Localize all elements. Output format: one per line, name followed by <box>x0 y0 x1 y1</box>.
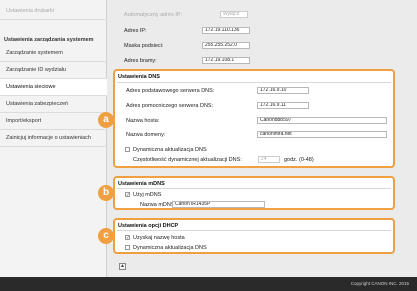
mdns-section: Ustawienia mDNS ✓ Użyj mDNS Nazwa mDNS: … <box>113 176 395 210</box>
sidebar-item-initialize-settings[interactable]: Zainicjuj informacje o ustawieniach <box>0 130 107 147</box>
subnet-mask-field[interactable]: 255.255.252.0 <box>202 42 250 49</box>
use-mdns-label: Użyj mDNS <box>133 192 162 198</box>
divider <box>117 230 391 231</box>
sidebar-heading-system-management: Ustawienia zarządzania systemem <box>4 37 94 43</box>
sidebar-item-printer-settings[interactable]: Ustawienia drukarki <box>0 3 107 20</box>
footer-copyright: Copyright CANON INC. 2015 <box>0 277 417 291</box>
dns-interval-unit: godz. (0-48) <box>284 157 314 163</box>
sidebar-item-import-export[interactable]: Import/eksport <box>0 113 107 130</box>
auto-ip-select[interactable]: Wyłącz <box>220 11 248 18</box>
host-name-label: Nazwa hosta: <box>126 118 160 124</box>
auto-ip-label: Automatyczny adres IP: <box>124 12 183 18</box>
main-panel: Automatyczny adres IP: Wyłącz Adres IP: … <box>107 0 417 277</box>
dynamic-dns-checkbox[interactable] <box>125 147 130 152</box>
dns-section: Ustawienia DNS Adres podstawowego serwer… <box>113 69 395 168</box>
callout-badge-b: b <box>98 185 114 201</box>
divider <box>117 188 391 189</box>
sidebar-item-department-id[interactable]: Zarządzanie ID wydziału <box>0 62 107 79</box>
domain-name-label: Nazwa domeny: <box>126 132 166 138</box>
secondary-dns-label: Adres pomocniczego serwera DNS: <box>126 103 214 109</box>
scroll-top-button[interactable]: ▲ <box>119 263 126 270</box>
domain-name-field[interactable]: canonintra.net <box>257 131 387 138</box>
dns-interval-label: Częstotliwość dynamicznej aktualizacji D… <box>133 157 242 163</box>
sidebar-item-security-settings[interactable]: Ustawienia zabezpieczeń <box>0 96 107 113</box>
sidebar: Ustawienia drukarki Ustawienia zarządzan… <box>0 0 107 277</box>
obtain-host-name-checkbox[interactable]: ✓ <box>125 235 130 240</box>
sidebar-item-system-management[interactable]: Zarządzanie systemem <box>0 45 107 62</box>
use-mdns-checkbox[interactable]: ✓ <box>125 192 130 197</box>
mdns-name-label: Nazwa mDNS: <box>140 202 177 208</box>
dhcp-section-title: Ustawienia opcji DHCP <box>118 223 179 229</box>
obtain-host-name-label: Uzyskaj nazwę hosta <box>133 235 185 241</box>
dynamic-dns-label: Dynamiczna aktualizacja DNS <box>133 147 207 153</box>
dns-section-title: Ustawienia DNS <box>118 74 160 80</box>
dhcp-dynamic-dns-label: Dynamiczna aktualizacja DNS <box>133 245 207 251</box>
secondary-dns-field[interactable]: 172.16.9.11 <box>257 102 309 109</box>
dhcp-section: Ustawienia opcji DHCP ✓ Uzyskaj nazwę ho… <box>113 218 395 254</box>
gateway-field[interactable]: 172.19.108.1 <box>202 57 250 64</box>
ip-address-field[interactable]: 172.19.110.136 <box>202 27 250 34</box>
gateway-label: Adres bramy: <box>124 58 157 64</box>
primary-dns-label: Adres podstawowego serwera DNS: <box>126 88 215 94</box>
subnet-mask-label: Maska podsieci: <box>124 43 164 49</box>
divider <box>117 82 391 83</box>
dhcp-dynamic-dns-checkbox[interactable] <box>125 245 130 250</box>
mdns-section-title: Ustawienia mDNS <box>118 181 165 187</box>
ip-address-label: Adres IP: <box>124 28 147 34</box>
host-name-field[interactable]: Canondbb597 <box>257 117 387 124</box>
sidebar-item-network-settings[interactable]: Ustawienia sieciowe <box>0 79 107 96</box>
callout-badge-a: a <box>98 112 114 128</box>
primary-dns-field[interactable]: 172.16.9.10 <box>257 87 309 94</box>
mdns-name-field[interactable]: Canon iR1435P <box>172 201 265 208</box>
dns-interval-field[interactable]: 24 <box>258 156 280 163</box>
callout-badge-c: c <box>98 228 114 244</box>
